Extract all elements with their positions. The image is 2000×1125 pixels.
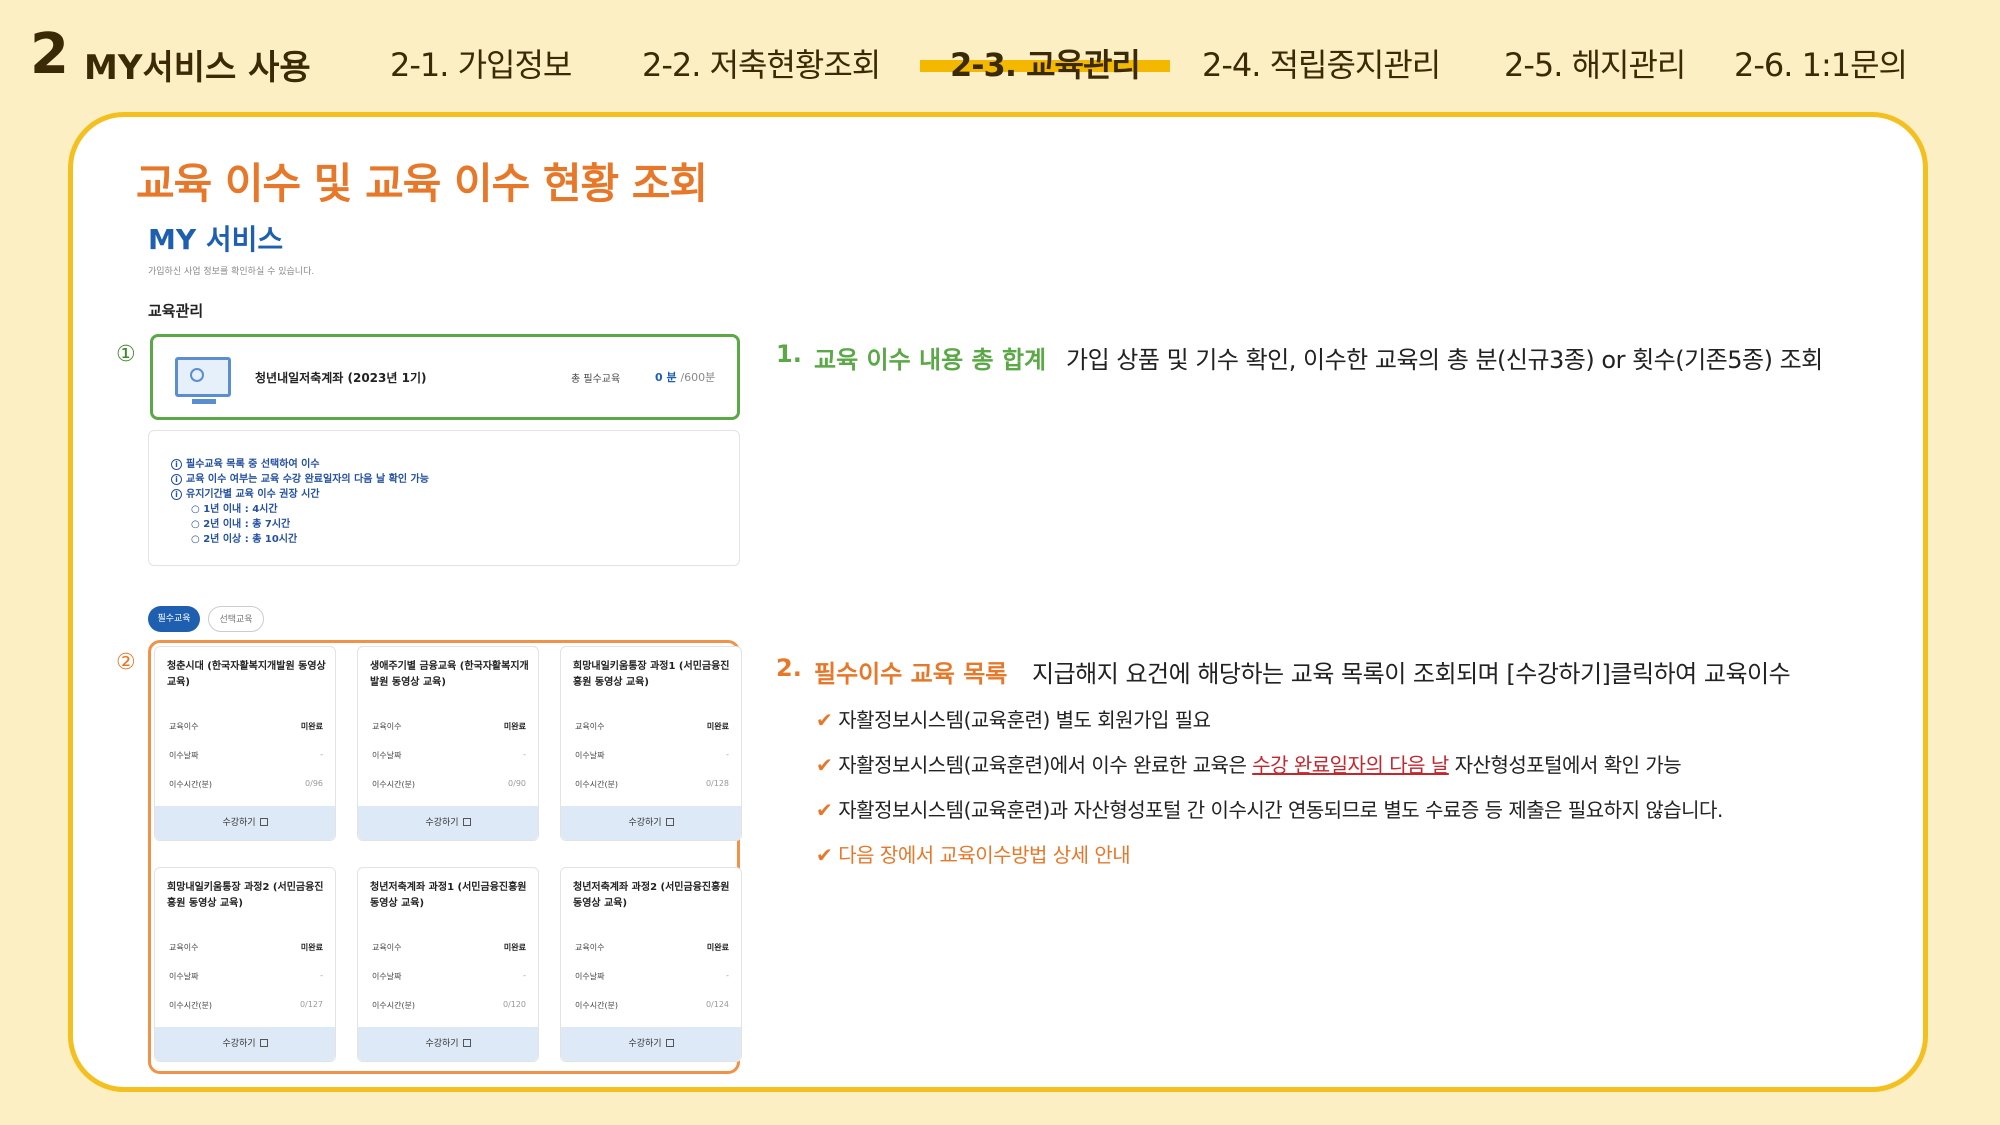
check-icon: ✔ [816, 708, 833, 732]
enroll-button[interactable]: 수강하기 [155, 1027, 335, 1061]
enroll-button[interactable]: 수강하기 [561, 1027, 741, 1061]
explanation-1-heading: 교육 이수 내용 총 합계 [814, 346, 1047, 374]
bullet-note: ✔ 다음 장에서 교육이수방법 상세 안내 [816, 843, 1131, 867]
monitor-icon [175, 357, 231, 404]
explanation-1-number: 1. [776, 340, 802, 368]
explanation-1-description: 가입 상품 및 기수 확인, 이수한 교육의 총 분(신규3종) or 횟수(기… [1066, 346, 1823, 374]
tab-optional-education[interactable]: 선택교육 [208, 606, 264, 632]
account-summary-card: 청년내일저축계좌 (2023년 1기) 총 필수교육 0 분 /600분 [150, 334, 740, 420]
enroll-button[interactable]: 수강하기 [561, 806, 741, 840]
section-title: MY서비스 사용 [84, 48, 311, 88]
marker-one: ① [116, 342, 136, 367]
check-icon: ✔ [816, 753, 833, 777]
info-icon: i [171, 489, 182, 500]
external-link-icon [665, 1039, 674, 1047]
account-name: 청년내일저축계좌 (2023년 1기) [255, 371, 427, 385]
marker-two: ② [116, 650, 136, 675]
required-education-list: 청춘시대 (한국자활복지개발원 동영상 교육) 교육이수 미완료 이수날짜 - 이수… [148, 640, 742, 1074]
education-card: 생애주기별 금융교육 (한국자활복지개발원 동영상 교육) 교육이수 미완료 이수… [357, 646, 539, 841]
education-section-label: 교육관리 [148, 302, 204, 320]
section-number: 2 [30, 22, 69, 87]
enroll-button[interactable]: 수강하기 [155, 806, 335, 840]
external-link-icon [259, 1039, 268, 1047]
bullet-item: ✔ 자활정보시스템(교육훈련)과 자산형성포털 간 이수시간 연동되므로 별도 수… [816, 798, 1723, 822]
education-minutes: 0 분 /600분 [655, 371, 716, 384]
enroll-button[interactable]: 수강하기 [358, 1027, 538, 1061]
bullet-item: ✔ 자활정보시스템(교육훈련) 별도 회원가입 필요 [816, 708, 1211, 732]
my-service-subtitle: 가입하신 사업 정보를 확인하실 수 있습니다. [148, 267, 315, 277]
required-education-label: 총 필수교육 [571, 374, 621, 385]
education-card: 희망내일키움통장 과정2 (서민금융진흥원 동영상 교육) 교육이수 미완료 이수… [154, 867, 336, 1062]
explanation-2-number: 2. [776, 654, 802, 682]
external-link-icon [462, 818, 471, 826]
enroll-button[interactable]: 수강하기 [358, 806, 538, 840]
nav-item-join-info[interactable]: 2-1. 가입정보 [390, 40, 572, 86]
education-card: 청춘시대 (한국자활복지개발원 동영상 교육) 교육이수 미완료 이수날짜 - 이수… [154, 646, 336, 841]
check-icon: ✔ [816, 843, 833, 867]
bullet-item: ✔ 자활정보시스템(교육훈련)에서 이수 완료한 교육은 수강 완료일자의 다음 … [816, 753, 1682, 777]
tab-required-education[interactable]: 필수교육 [148, 606, 200, 632]
nav-item-termination[interactable]: 2-5. 해지관리 [1504, 40, 1686, 86]
education-card: 청년저축계좌 과정2 (서민금융진흥원 동영상 교육) 교육이수 미완료 이수날짜… [560, 867, 742, 1062]
page-title: 교육 이수 및 교육 이수 현황 조회 [136, 159, 708, 208]
nav-item-suspend[interactable]: 2-4. 적립중지관리 [1202, 40, 1441, 86]
education-card: 희망내일키움통장 과정1 (서민금융진흥원 동영상 교육) 교육이수 미완료 이수… [560, 646, 742, 841]
external-link-icon [259, 818, 268, 826]
explanation-2-description: 지급해지 요건에 해당하는 교육 목록이 조회되며 [수강하기]클릭하여 교육이… [1032, 660, 1791, 688]
info-box: i 필수교육 목록 중 선택하여 이수 i 교육 이수 여부는 교육 수강 완료일자… [148, 430, 740, 566]
education-card: 청년저축계좌 과정1 (서민금융진흥원 동영상 교육) 교육이수 미완료 이수날짜… [357, 867, 539, 1062]
info-icon: i [171, 459, 182, 470]
explanation-2-heading: 필수이수 교육 목록 [814, 660, 1008, 688]
info-icon: i [171, 474, 182, 485]
external-link-icon [462, 1039, 471, 1047]
header: 2 MY서비스 사용 2-1. 가입정보 2-2. 저축현황조회 2-3. 교육… [0, 0, 2000, 110]
check-icon: ✔ [816, 798, 833, 822]
nav-item-education[interactable]: 2-3. 교육관리 [920, 40, 1170, 86]
nav-item-savings-status[interactable]: 2-2. 저축현황조회 [642, 40, 881, 86]
nav-item-inquiry[interactable]: 2-6. 1:1문의 [1734, 40, 1908, 86]
external-link-icon [665, 818, 674, 826]
my-service-title: MY 서비스 [148, 223, 284, 256]
